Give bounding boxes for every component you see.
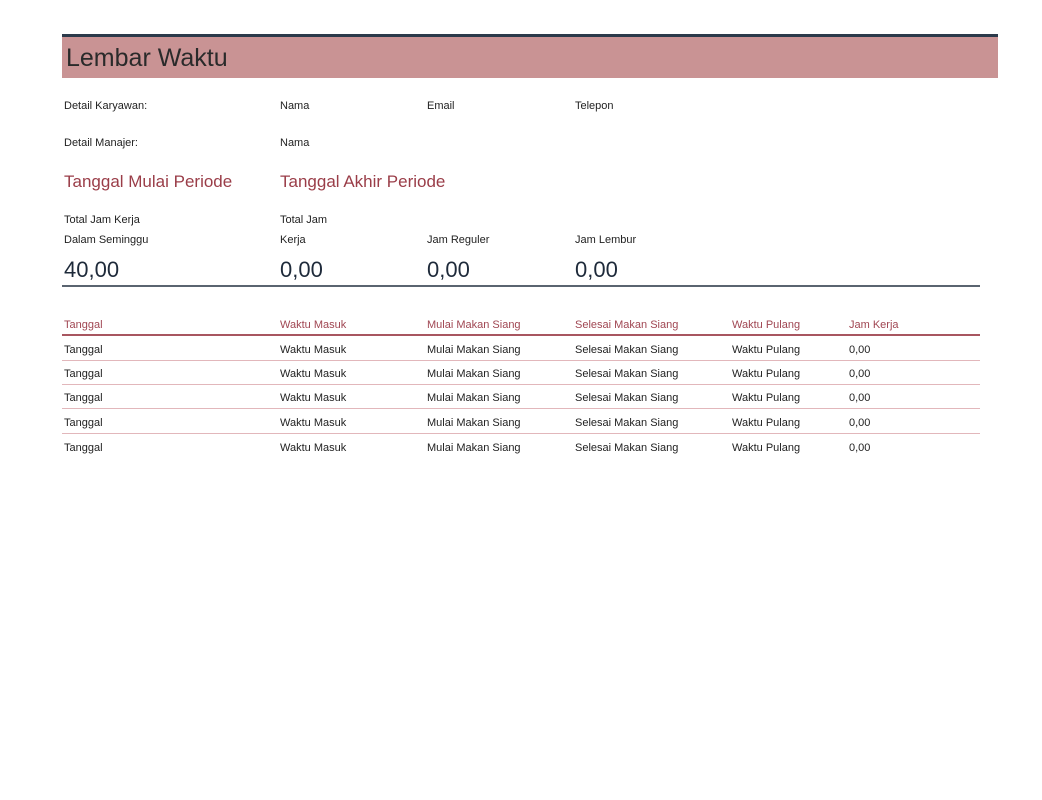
period-end-field[interactable]: Tanggal Akhir Periode <box>280 172 445 192</box>
period-start-field[interactable]: Tanggal Mulai Periode <box>64 172 232 192</box>
employee-phone-field[interactable]: Telepon <box>575 99 614 113</box>
cell-time-in[interactable]: Waktu Masuk <box>280 442 346 454</box>
cell-work-hours: 0,00 <box>849 368 871 380</box>
summary-divider <box>62 285 980 287</box>
cell-time-in[interactable]: Waktu Masuk <box>280 344 346 356</box>
employee-email-field[interactable]: Email <box>427 99 455 113</box>
cell-time-in[interactable]: Waktu Masuk <box>280 417 346 429</box>
cell-time-out[interactable]: Waktu Pulang <box>732 392 800 404</box>
cell-lunch-start[interactable]: Mulai Makan Siang <box>427 417 521 429</box>
employee-name-field[interactable]: Nama <box>280 99 309 113</box>
weekly-hours-label-line2: Dalam Seminggu <box>64 234 149 246</box>
cell-time-out[interactable]: Waktu Pulang <box>732 417 800 429</box>
header-date[interactable]: Tanggal <box>64 319 103 331</box>
cell-lunch-end[interactable]: Selesai Makan Siang <box>575 392 678 404</box>
header-lunch-end[interactable]: Selesai Makan Siang <box>575 319 678 331</box>
cell-lunch-end[interactable]: Selesai Makan Siang <box>575 344 678 356</box>
cell-time-out[interactable]: Waktu Pulang <box>732 442 800 454</box>
cell-date[interactable]: Tanggal <box>64 442 103 454</box>
cell-lunch-end[interactable]: Selesai Makan Siang <box>575 368 678 380</box>
timesheet-sheet: Lembar Waktu Detail Karyawan: Nama Email… <box>0 0 1042 800</box>
header-work-hours[interactable]: Jam Kerja <box>849 319 899 331</box>
header-lunch-start[interactable]: Mulai Makan Siang <box>427 319 521 331</box>
total-hours-label-line1: Total Jam <box>280 214 328 226</box>
cell-time-out[interactable]: Waktu Pulang <box>732 344 800 356</box>
header-divider <box>62 334 980 336</box>
page-title[interactable]: Lembar Waktu <box>66 44 228 73</box>
cell-lunch-end[interactable]: Selesai Makan Siang <box>575 417 678 429</box>
cell-work-hours: 0,00 <box>849 392 871 404</box>
total-hours-value: 0,00 <box>280 257 323 282</box>
cell-time-in[interactable]: Waktu Masuk <box>280 368 346 380</box>
cell-time-out[interactable]: Waktu Pulang <box>732 368 800 380</box>
cell-lunch-start[interactable]: Mulai Makan Siang <box>427 368 521 380</box>
cell-date[interactable]: Tanggal <box>64 368 103 380</box>
table-row: Tanggal Waktu Masuk Mulai Makan Siang Se… <box>62 435 980 459</box>
total-hours-label-line2: Kerja <box>280 234 306 246</box>
overtime-hours-label: Jam Lembur <box>575 234 637 246</box>
title-bar: Lembar Waktu <box>62 34 998 78</box>
header-time-out[interactable]: Waktu Pulang <box>732 319 800 331</box>
cell-work-hours: 0,00 <box>849 344 871 356</box>
cell-lunch-end[interactable]: Selesai Makan Siang <box>575 442 678 454</box>
cell-date[interactable]: Tanggal <box>64 392 103 404</box>
cell-lunch-start[interactable]: Mulai Makan Siang <box>427 392 521 404</box>
cell-lunch-start[interactable]: Mulai Makan Siang <box>427 442 521 454</box>
cell-work-hours: 0,00 <box>849 417 871 429</box>
cell-lunch-start[interactable]: Mulai Makan Siang <box>427 344 521 356</box>
header-time-in[interactable]: Waktu Masuk <box>280 319 346 331</box>
manager-name-field[interactable]: Nama <box>280 136 309 150</box>
cell-work-hours: 0,00 <box>849 442 871 454</box>
table-row: Tanggal Waktu Masuk Mulai Makan Siang Se… <box>62 385 980 409</box>
table-row: Tanggal Waktu Masuk Mulai Makan Siang Se… <box>62 337 980 361</box>
employee-details-label: Detail Karyawan: <box>64 100 148 112</box>
table-row: Tanggal Waktu Masuk Mulai Makan Siang Se… <box>62 410 980 434</box>
weekly-hours-value[interactable]: 40,00 <box>64 257 119 283</box>
regular-hours-label: Jam Reguler <box>427 234 490 246</box>
cell-time-in[interactable]: Waktu Masuk <box>280 392 346 404</box>
manager-details-label: Detail Manajer: <box>64 137 138 149</box>
regular-hours-value: 0,00 <box>427 257 470 282</box>
weekly-hours-label-line1: Total Jam Kerja <box>64 214 140 226</box>
cell-date[interactable]: Tanggal <box>64 344 103 356</box>
table-row: Tanggal Waktu Masuk Mulai Makan Siang Se… <box>62 361 980 385</box>
overtime-hours-value: 0,00 <box>575 257 618 282</box>
cell-date[interactable]: Tanggal <box>64 417 103 429</box>
